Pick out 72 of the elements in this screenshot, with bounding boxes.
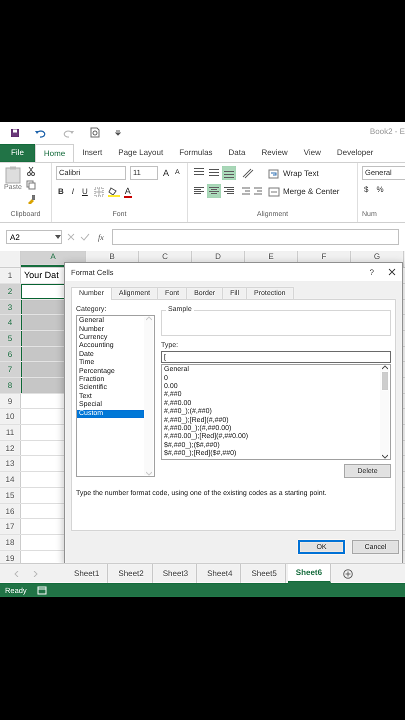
grow-font-button[interactable]: A xyxy=(162,168,170,178)
customize-caret-icon[interactable] xyxy=(114,128,122,137)
row-header[interactable]: 19 xyxy=(0,550,21,564)
row-header[interactable]: 4 xyxy=(0,315,21,330)
help-button[interactable]: ? xyxy=(364,268,380,277)
italic-button[interactable]: I xyxy=(70,186,76,198)
macro-record-icon[interactable] xyxy=(36,586,47,595)
dropdown-caret-icon xyxy=(55,235,61,240)
row-header[interactable]: 12 xyxy=(0,440,21,456)
align-icon xyxy=(224,187,234,194)
border-icon[interactable] xyxy=(94,186,104,197)
window-title: Book2 - E xyxy=(370,127,405,136)
row-header[interactable]: 8 xyxy=(0,378,21,393)
scroll-up-icon[interactable] xyxy=(382,365,388,370)
scroll-down-icon[interactable] xyxy=(382,454,388,460)
brush-icon[interactable] xyxy=(26,194,36,204)
underline-button[interactable]: U xyxy=(80,186,90,198)
row-header[interactable]: 6 xyxy=(0,346,21,362)
align-button[interactable] xyxy=(207,184,221,198)
row-header[interactable]: 2 xyxy=(0,284,21,299)
wrap-text-button[interactable]: Wrap Text xyxy=(268,166,340,181)
print-preview-icon[interactable] xyxy=(90,127,100,138)
ribbon-tab[interactable]: View xyxy=(296,144,329,162)
scrollbar-thumb[interactable] xyxy=(382,372,388,390)
align-icon xyxy=(194,168,204,175)
name-box[interactable]: A2 xyxy=(6,230,62,244)
ribbon-tab[interactable]: Insert xyxy=(74,144,110,162)
plus-circle-icon xyxy=(343,568,354,579)
ribbon-tab[interactable]: File xyxy=(0,144,35,162)
align-button[interactable] xyxy=(222,166,236,180)
row-header[interactable]: 10 xyxy=(0,409,21,424)
sheet-tab[interactable]: Sheet6 xyxy=(288,564,332,584)
percent-button[interactable]: % xyxy=(374,184,386,196)
ribbon-tab[interactable]: Page Layout xyxy=(110,144,172,162)
orientation-icon[interactable] xyxy=(240,166,254,180)
insert-function-button[interactable]: fx xyxy=(94,232,108,242)
row-header[interactable]: 15 xyxy=(0,488,21,503)
undo-icon[interactable] xyxy=(34,128,48,138)
ribbon-tab[interactable]: Review xyxy=(253,144,296,162)
ribbon-tab[interactable]: Developer xyxy=(328,144,382,162)
currency-button[interactable]: $ xyxy=(362,184,370,196)
save-icon[interactable] xyxy=(10,128,20,138)
formula-field[interactable] xyxy=(112,229,399,246)
clipboard-icon xyxy=(4,166,21,184)
row-header[interactable]: 18 xyxy=(0,534,21,550)
row-header[interactable]: 17 xyxy=(0,519,21,534)
close-icon[interactable] xyxy=(388,268,396,276)
row-header[interactable]: 13 xyxy=(0,456,21,472)
ribbon-tab[interactable]: Data xyxy=(220,144,254,162)
align-icon xyxy=(209,169,219,176)
ribbon-tab[interactable]: Home xyxy=(34,144,74,162)
row-header[interactable]: 7 xyxy=(0,362,21,378)
row-header[interactable]: 11 xyxy=(0,425,21,440)
wrap-text-icon xyxy=(268,168,280,179)
font-color-button[interactable]: A xyxy=(124,186,132,198)
row-header[interactable]: 3 xyxy=(0,300,21,314)
row-header[interactable]: 1 xyxy=(0,268,21,283)
row-header[interactable]: 5 xyxy=(0,330,21,346)
check-icon[interactable] xyxy=(80,232,90,242)
merge-icon xyxy=(268,186,280,197)
align-icon xyxy=(209,187,219,194)
align-icon xyxy=(194,187,204,194)
row-header[interactable]: 16 xyxy=(0,504,21,518)
row-header[interactable]: 14 xyxy=(0,472,21,487)
bold-button[interactable]: B xyxy=(56,186,66,198)
ribbon-tab[interactable]: Formulas xyxy=(171,144,221,162)
merge-center-button[interactable]: Merge & Center xyxy=(268,184,340,199)
row-header[interactable]: 9 xyxy=(0,394,21,408)
cut-icon[interactable] xyxy=(26,166,36,176)
fill-color-icon[interactable] xyxy=(108,186,120,198)
copy-icon[interactable] xyxy=(26,180,36,190)
align-icon xyxy=(224,170,234,178)
